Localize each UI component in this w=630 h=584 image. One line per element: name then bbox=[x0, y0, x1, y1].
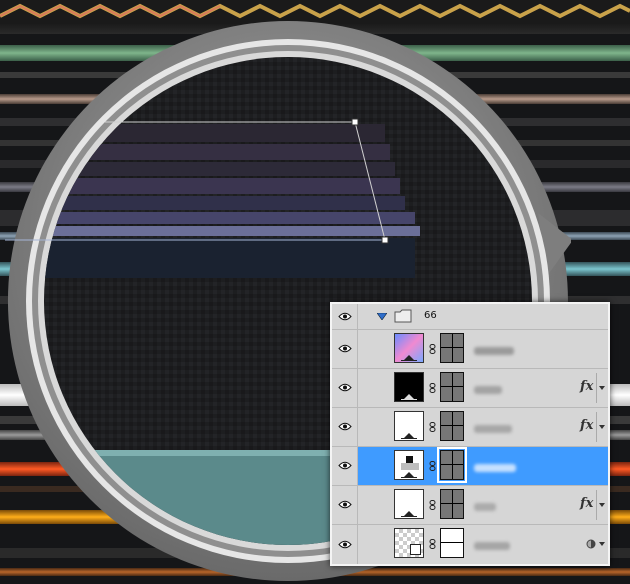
eye-icon[interactable] bbox=[338, 344, 352, 353]
expand-effects-icon[interactable] bbox=[599, 386, 605, 390]
eye-icon[interactable] bbox=[338, 422, 352, 431]
layer-name bbox=[474, 542, 510, 550]
layer-thumbnail[interactable] bbox=[394, 333, 424, 363]
layer-mask-thumbnail[interactable] bbox=[440, 528, 464, 558]
layer-row[interactable] bbox=[332, 525, 608, 564]
visibility-toggle[interactable] bbox=[332, 369, 358, 407]
expand-effects-icon[interactable] bbox=[599, 503, 605, 507]
layer-row[interactable]: fx bbox=[332, 369, 608, 408]
eye-icon[interactable] bbox=[338, 383, 352, 392]
link-icon[interactable] bbox=[429, 383, 436, 393]
layer-thumbnail[interactable] bbox=[394, 411, 424, 441]
visibility-toggle[interactable] bbox=[332, 525, 358, 564]
eye-icon[interactable] bbox=[338, 312, 352, 321]
layers-panel: 66 fx fx fx bbox=[330, 302, 610, 566]
expand-effects-icon[interactable] bbox=[599, 425, 605, 429]
eye-icon[interactable] bbox=[338, 500, 352, 509]
layer-name bbox=[474, 503, 496, 511]
divider bbox=[596, 490, 597, 520]
link-icon[interactable] bbox=[429, 422, 436, 432]
visibility-toggle[interactable] bbox=[332, 330, 358, 368]
group-name: 66 bbox=[424, 310, 437, 321]
layer-thumbnail[interactable] bbox=[394, 528, 424, 558]
smart-object-icon bbox=[410, 544, 421, 555]
layer-name bbox=[474, 347, 514, 355]
divider bbox=[596, 412, 597, 442]
link-icon[interactable] bbox=[429, 344, 436, 354]
fx-icon[interactable]: fx bbox=[580, 418, 593, 433]
layer-name bbox=[474, 425, 512, 433]
fx-icon[interactable]: fx bbox=[580, 379, 593, 394]
disclosure-triangle-icon[interactable] bbox=[377, 313, 387, 320]
layer-mask-thumbnail[interactable] bbox=[440, 411, 464, 441]
adjustment-icon[interactable] bbox=[586, 539, 596, 549]
layer-mask-thumbnail[interactable] bbox=[440, 489, 464, 519]
visibility-toggle[interactable] bbox=[332, 408, 358, 446]
expand-effects-icon[interactable] bbox=[599, 542, 605, 546]
layer-thumbnail[interactable] bbox=[394, 489, 424, 519]
layer-mask-thumbnail[interactable] bbox=[437, 447, 467, 483]
layer-row[interactable]: fx bbox=[332, 408, 608, 447]
layer-thumbnail[interactable] bbox=[394, 372, 424, 402]
layer-row[interactable]: fx bbox=[332, 486, 608, 525]
layer-mask-thumbnail[interactable] bbox=[440, 372, 464, 402]
layer-thumbnail[interactable] bbox=[394, 450, 424, 480]
fx-icon[interactable]: fx bbox=[580, 496, 593, 511]
link-icon[interactable] bbox=[429, 500, 436, 510]
thumbnail-content bbox=[406, 456, 413, 463]
link-icon[interactable] bbox=[429, 539, 436, 549]
layer-row[interactable] bbox=[332, 330, 608, 369]
layer-row-selected[interactable] bbox=[332, 447, 608, 486]
layer-group-row[interactable]: 66 bbox=[332, 304, 608, 330]
folder-icon bbox=[394, 309, 412, 323]
visibility-toggle[interactable] bbox=[332, 447, 358, 485]
visibility-toggle[interactable] bbox=[332, 304, 358, 329]
layer-name bbox=[474, 386, 502, 394]
thumbnail-content bbox=[401, 463, 419, 470]
visibility-toggle[interactable] bbox=[332, 486, 358, 524]
eye-icon[interactable] bbox=[338, 540, 352, 549]
eye-icon[interactable] bbox=[338, 461, 352, 470]
link-icon[interactable] bbox=[429, 461, 436, 471]
layer-mask-thumbnail[interactable] bbox=[440, 333, 464, 363]
divider bbox=[596, 373, 597, 403]
layer-name bbox=[474, 464, 516, 472]
